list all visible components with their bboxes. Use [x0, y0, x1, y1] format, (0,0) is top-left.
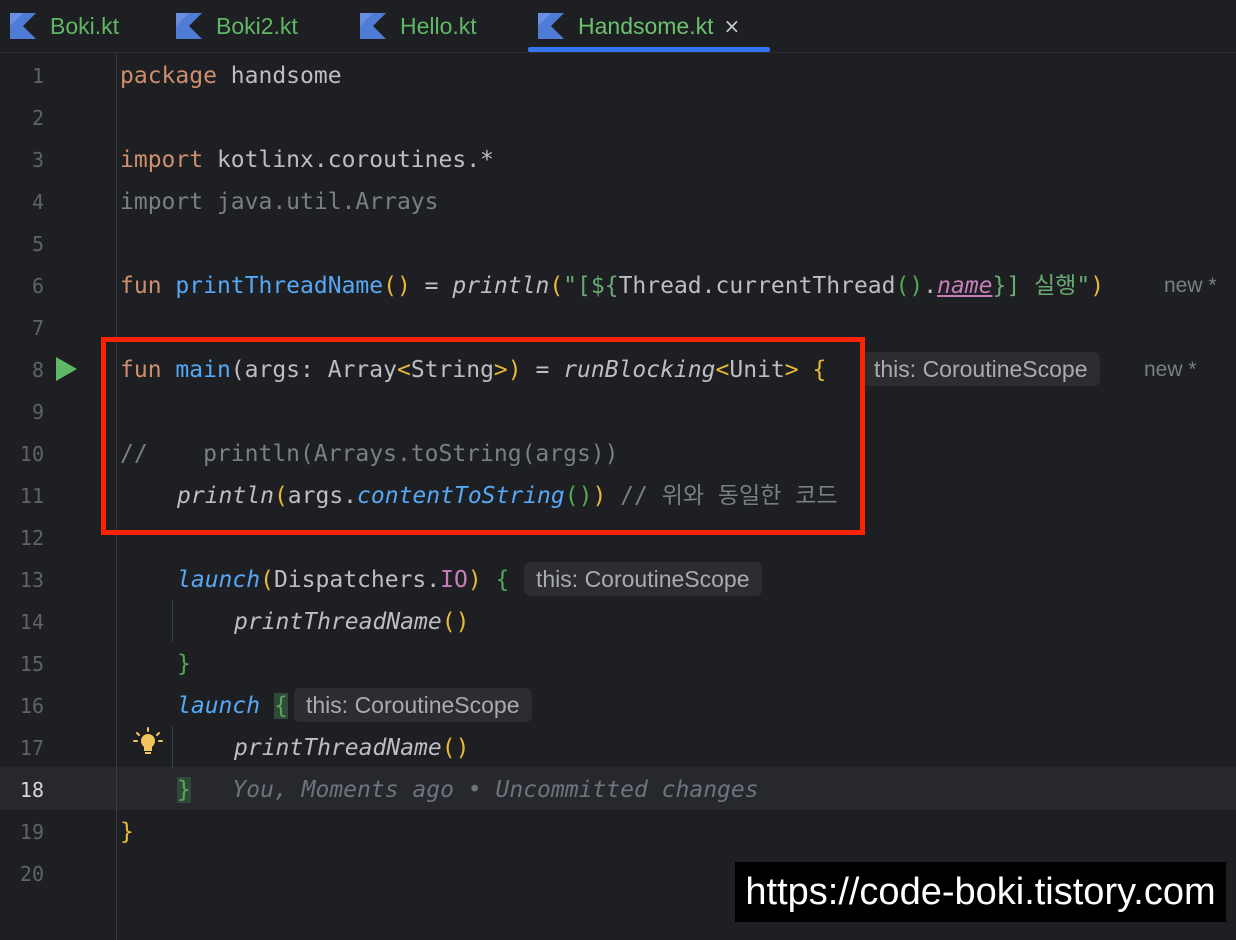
paren: () [383, 273, 411, 299]
git-blame-annotation: You, Moments ago • Uncommitted changes [232, 777, 759, 803]
function-call: launch [177, 693, 261, 719]
code-line-15[interactable]: } [177, 643, 191, 685]
package-name: handsome [216, 63, 342, 89]
code-line-6[interactable]: fun printThreadName() = println("[${Thre… [120, 265, 1104, 307]
code-line-4[interactable]: import java.util.Arrays [120, 181, 439, 223]
inlay-hint: this: CoroutineScope [862, 352, 1100, 386]
indent-guide [172, 600, 173, 642]
editor-tab-bar: Boki.kt Boki2.kt Hello.kt Handsome.kt × [0, 0, 1236, 53]
keyword: package [120, 63, 217, 89]
line-number: 12 [19, 526, 44, 550]
paren: () [895, 273, 924, 299]
line-number: 5 [31, 232, 44, 256]
tab-hello[interactable]: Hello.kt [360, 0, 477, 52]
lightbulb-icon[interactable] [133, 727, 163, 757]
inlay-hint-scope: this: CoroutineScope [524, 562, 762, 596]
inlay-hint-scope: this: CoroutineScope [294, 688, 532, 722]
line-number: 4 [31, 190, 44, 214]
kotlin-file-icon [10, 13, 36, 39]
line-number: 7 [31, 316, 44, 340]
dispatchers: Dispatchers. [273, 567, 441, 593]
line-number: 11 [19, 484, 44, 508]
brace: { [481, 567, 510, 593]
line-number: 19 [19, 820, 44, 844]
tab-label: Boki2.kt [216, 12, 298, 39]
operator: = [410, 273, 453, 299]
paren: ) [1090, 273, 1105, 299]
author-marker: new * [1164, 274, 1217, 297]
brace: } [120, 819, 134, 845]
close-tab-icon[interactable]: × [724, 14, 741, 38]
property: IO [440, 567, 468, 593]
run-gutter-icon[interactable] [54, 356, 78, 382]
paren: () [441, 609, 470, 635]
line-number: 18 [19, 778, 44, 802]
inlay-hint: this: CoroutineScope [294, 688, 532, 722]
line-number: 20 [19, 862, 44, 886]
line-number: 1 [31, 64, 44, 88]
code-line-19[interactable]: } [120, 811, 134, 853]
line-number: 3 [31, 148, 44, 172]
function-call: println [452, 273, 550, 299]
inlay-hint-scope: this: CoroutineScope [862, 352, 1100, 386]
code-line-13[interactable]: launch(Dispatchers.IO) { [177, 559, 509, 601]
paren: ) [467, 567, 482, 593]
code-line-3[interactable]: import kotlinx.coroutines.* [120, 139, 494, 181]
tab-boki2[interactable]: Boki2.kt [176, 0, 298, 52]
function-call: printThreadName [234, 609, 442, 635]
line-number-gutter: 1 2 3 4 5 6 7 8 9 10 11 12 13 14 15 16 17 18 19 20 [0, 53, 117, 940]
paren: () [441, 735, 470, 761]
function-name: printThreadName [175, 273, 384, 299]
kotlin-file-icon [360, 13, 386, 39]
function-call: printThreadName [234, 735, 442, 761]
code-line-18[interactable]: } You, Moments ago • Uncommitted changes [177, 769, 759, 811]
keyword: import [120, 147, 204, 173]
unused-import: import java.util.Arrays [120, 189, 439, 215]
function-call: launch [177, 567, 261, 593]
import-path: kotlinx.coroutines.* [203, 147, 494, 173]
code-line-17[interactable]: printThreadName() [234, 727, 469, 769]
property: name [937, 273, 993, 299]
author-marker: new * [1144, 358, 1197, 381]
expression: Thread.currentThread [618, 273, 896, 299]
paren: ( [260, 567, 274, 593]
string-literal: }] 실행" [992, 273, 1091, 299]
kotlin-file-icon [176, 13, 202, 39]
inlay-hint: this: CoroutineScope [524, 562, 762, 596]
code-line-16[interactable]: launch { [177, 685, 288, 727]
paren: ( [549, 273, 564, 299]
line-number: 16 [19, 694, 44, 718]
tab-boki[interactable]: Boki.kt [10, 0, 119, 52]
code-line-14[interactable]: printThreadName() [234, 601, 469, 643]
line-number: 8 [31, 358, 44, 382]
line-number: 13 [19, 568, 44, 592]
line-number: 6 [31, 274, 44, 298]
brace-highlighted: { [273, 693, 288, 719]
tab-label: Boki.kt [50, 12, 120, 39]
line-number: 10 [19, 442, 44, 466]
indent-guide [172, 726, 173, 768]
string-literal: "[${ [563, 273, 619, 299]
line-number: 9 [31, 400, 44, 424]
highlight-annotation-box [101, 337, 865, 535]
line-number: 17 [19, 736, 44, 760]
tab-label: Hello.kt [400, 12, 477, 39]
tab-label: Handsome.kt [578, 12, 714, 39]
code-line-1[interactable]: package handsome [120, 55, 342, 97]
line-number: 2 [31, 106, 44, 130]
line-number: 14 [19, 610, 44, 634]
keyword: fun [120, 273, 162, 299]
kotlin-file-icon [538, 13, 564, 39]
watermark: https://code-boki.tistory.com [735, 862, 1226, 922]
line-number: 15 [19, 652, 44, 676]
brace: } [177, 651, 191, 677]
tab-handsome[interactable]: Handsome.kt × [538, 0, 740, 52]
dot: . [923, 273, 938, 299]
brace-highlighted: } [177, 777, 191, 803]
active-tab-indicator [528, 47, 770, 52]
